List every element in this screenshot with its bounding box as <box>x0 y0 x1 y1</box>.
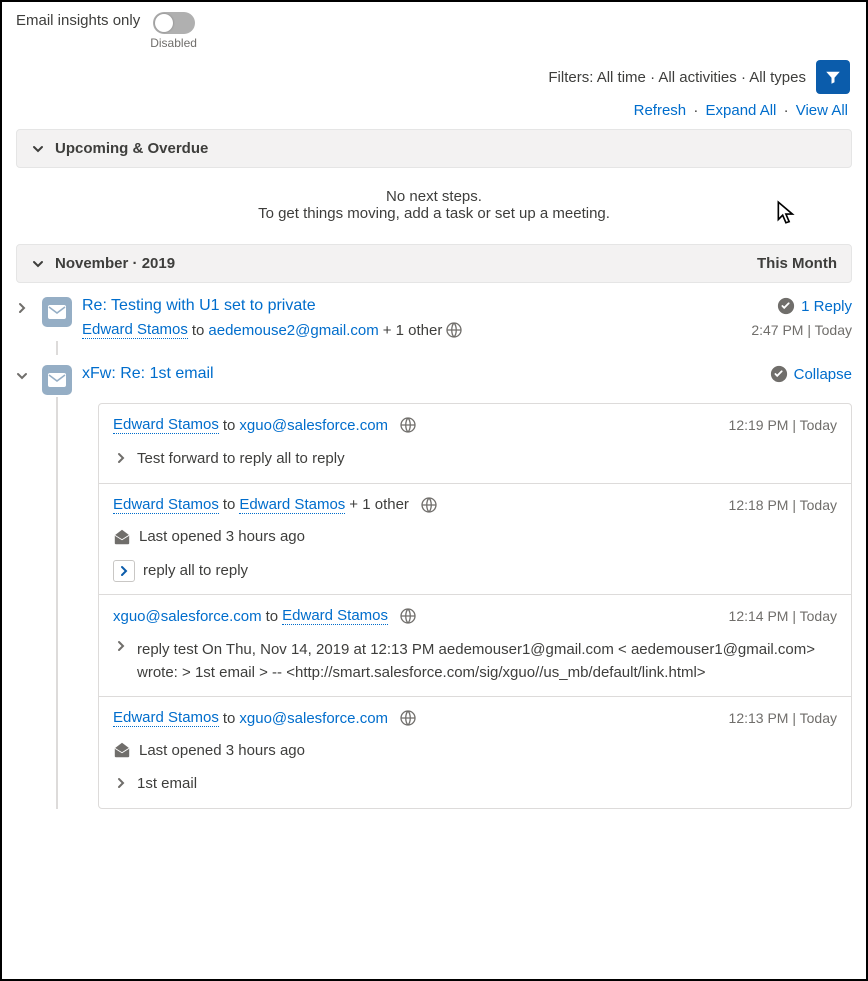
collapse-item-1[interactable] <box>16 365 32 386</box>
chevron-down-icon <box>31 257 45 271</box>
msg-body-0: Test forward to reply all to reply <box>137 448 837 471</box>
open-tracking-icon <box>113 741 131 759</box>
msg-body-2: reply test On Thu, Nov 14, 2019 at 12:13… <box>137 639 837 684</box>
timestamp-0: 2:47 PM | Today <box>751 322 852 338</box>
message-0: Edward Stamos to xguo@salesforce.com12:1… <box>99 404 851 484</box>
msg-from-3[interactable]: Edward Stamos <box>113 709 219 727</box>
msg-time-1: 12:18 PM | Today <box>729 497 837 513</box>
msg-to-0[interactable]: xguo@salesforce.com <box>239 417 388 434</box>
view-all-link[interactable]: View All <box>796 102 848 119</box>
subject-link-0[interactable]: Re: Testing with U1 set to private <box>82 297 316 315</box>
email-icon <box>42 365 72 395</box>
month-badge: This Month <box>757 255 837 272</box>
msg-time-2: 12:14 PM | Today <box>729 608 837 624</box>
from-name-0[interactable]: Edward Stamos <box>82 321 188 339</box>
expand-item-0[interactable] <box>16 297 32 318</box>
msg-opened-1: Last opened 3 hours ago <box>139 528 305 545</box>
upcoming-title: Upcoming & Overdue <box>55 140 208 157</box>
globe-icon <box>400 710 416 726</box>
empty-line2: To get things moving, add a task or set … <box>16 205 852 222</box>
globe-icon <box>400 417 416 433</box>
open-tracking-icon <box>113 528 131 546</box>
expand-body-2[interactable] <box>113 639 129 656</box>
msg-to-2[interactable]: Edward Stamos <box>282 607 388 625</box>
chevron-down-icon <box>31 142 45 156</box>
message-3: Edward Stamos to xguo@salesforce.com12:1… <box>99 697 851 808</box>
month-section-header[interactable]: November · 2019 This Month <box>16 244 852 283</box>
msg-to-1[interactable]: Edward Stamos <box>239 496 345 514</box>
reply-count-link[interactable]: 1 Reply <box>801 298 852 315</box>
subject-link-1[interactable]: xFw: Re: 1st email <box>82 365 214 383</box>
message-1: Edward Stamos to Edward Stamos + 1 other… <box>99 484 851 596</box>
to-addr-0[interactable]: aedemouse2@gmail.com <box>208 322 378 339</box>
refresh-link[interactable]: Refresh <box>634 102 687 119</box>
email-icon <box>42 297 72 327</box>
collapse-icon <box>770 365 788 383</box>
globe-icon <box>421 497 437 513</box>
upcoming-section-header[interactable]: Upcoming & Overdue <box>16 129 852 168</box>
empty-line1: No next steps. <box>16 188 852 205</box>
globe-icon <box>446 322 462 338</box>
month-title: November · 2019 <box>55 255 175 272</box>
msg-to-3[interactable]: xguo@salesforce.com <box>239 710 388 727</box>
collapse-link[interactable]: Collapse <box>794 366 852 383</box>
msg-opened-3: Last opened 3 hours ago <box>139 742 305 759</box>
toggle-label: Email insights only <box>16 12 140 29</box>
expand-body-3[interactable] <box>113 776 129 793</box>
toggle-state: Disabled <box>150 36 197 50</box>
filter-button[interactable] <box>816 60 850 94</box>
reply-count-icon <box>777 297 795 315</box>
expand-body-1[interactable] <box>113 560 135 582</box>
msg-from-0[interactable]: Edward Stamos <box>113 416 219 434</box>
msg-from-2[interactable]: xguo@salesforce.com <box>113 608 262 625</box>
msg-time-0: 12:19 PM | Today <box>729 417 837 433</box>
filters-summary: Filters: All time · All activities · All… <box>548 69 806 86</box>
msg-body-3: 1st email <box>137 773 837 796</box>
expand-body-0[interactable] <box>113 451 129 468</box>
expand-all-link[interactable]: Expand All <box>706 102 777 119</box>
globe-icon <box>400 608 416 624</box>
msg-body-1: reply all to reply <box>143 560 837 583</box>
email-insights-toggle[interactable] <box>153 12 195 34</box>
msg-from-1[interactable]: Edward Stamos <box>113 496 219 514</box>
message-2: xguo@salesforce.com to Edward Stamos12:1… <box>99 595 851 697</box>
funnel-icon <box>824 68 842 86</box>
msg-time-3: 12:13 PM | Today <box>729 710 837 726</box>
